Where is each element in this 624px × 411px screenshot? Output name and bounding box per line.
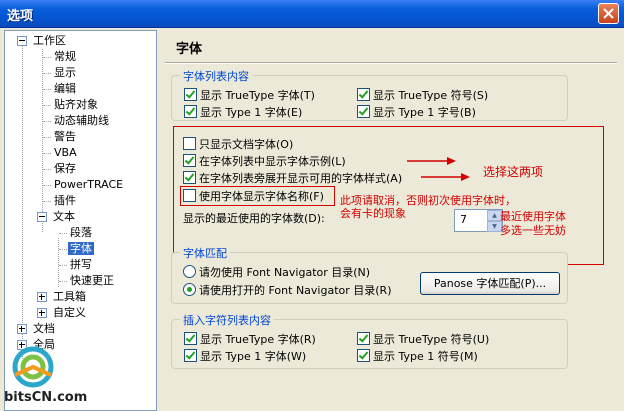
check-icon (357, 349, 370, 362)
tree-item-spelling[interactable]: 拼写 (68, 257, 94, 273)
show-font-sample-checkbox[interactable]: 在字体列表中显示字体示例(L) (183, 154, 346, 168)
arrow-icon (407, 157, 456, 165)
tree-item-powertrace[interactable]: PowerTRACE (52, 177, 125, 193)
site-logo: bitsCN.com (2, 345, 87, 407)
recent-note-line2: 多选一些无妨 (500, 224, 566, 237)
font-list-group: 字体列表内容 显示 TrueType 字体(T) 显示 TrueType 符号(… (171, 68, 568, 121)
check-icon (184, 88, 197, 101)
font-match-group: 字体匹配 请勿使用 Font Navigator 目录(N) 请使用打开的 Fo… (171, 245, 568, 304)
expand-icon[interactable] (17, 324, 27, 334)
tree-item-quick-correct[interactable]: 快速更正 (68, 273, 116, 289)
recent-count-spinner[interactable]: 7 ▲ ▼ (454, 209, 503, 232)
tree-item-snap[interactable]: 贴齐对象 (52, 97, 100, 113)
only-doc-fonts-checkbox[interactable]: 只显示文档字体(O) (183, 137, 293, 151)
insert-type1-fonts-checkbox[interactable]: 显示 Type 1 字体(W) (184, 349, 306, 363)
logo-text: bitsCN.com (4, 390, 88, 405)
font-list-group-title: 字体列表内容 (180, 68, 252, 84)
page-title: 字体 (176, 42, 203, 57)
check-icon (183, 154, 196, 167)
expand-icon[interactable] (37, 292, 47, 302)
close-icon (603, 8, 614, 19)
type1-symbols-checkbox[interactable]: 显示 Type 1 字号(B) (357, 105, 476, 119)
do-not-use-navigator-radio[interactable]: 请勿使用 Font Navigator 目录(N) (183, 265, 370, 279)
show-available-styles-checkbox[interactable]: 在字体列表旁展开显示可用的字体样式(A) (183, 171, 402, 185)
title-bar: 选项 (0, 0, 624, 28)
recent-count-label: 显示的最近使用的字体数(D): (183, 212, 325, 225)
insert-list-group: 插入字符列表内容 显示 TrueType 字体(R) 显示 TrueType 符… (171, 312, 568, 369)
check-icon (357, 88, 370, 101)
choose-two-note: 选择这两项 (483, 165, 544, 179)
check-icon (184, 349, 197, 362)
insert-truetype-symbols-checkbox[interactable]: 显示 TrueType 符号(U) (357, 332, 489, 346)
tree-item-display[interactable]: 显示 (52, 65, 78, 81)
recent-count-value: 7 (460, 213, 467, 226)
tree-item-warnings[interactable]: 警告 (52, 129, 78, 145)
check-icon (357, 332, 370, 345)
tree-item-vba[interactable]: VBA (52, 145, 79, 161)
use-font-name-checkbox[interactable]: 使用字体显示字体名称(F) (183, 189, 324, 203)
truetype-symbols-checkbox[interactable]: 显示 TrueType 符号(S) (357, 88, 488, 102)
type1-fonts-checkbox[interactable]: 显示 Type 1 字体(E) (184, 105, 302, 119)
title-divider (165, 62, 617, 64)
expand-icon[interactable] (37, 308, 47, 318)
insert-list-group-title: 插入字符列表内容 (180, 312, 274, 328)
radio-off-icon (183, 265, 196, 278)
check-icon (184, 105, 197, 118)
tree-item-dynamic-guides[interactable]: 动态辅助线 (52, 113, 111, 129)
radio-on-icon (183, 283, 196, 296)
unchecked-box-icon (183, 137, 196, 150)
panose-match-button[interactable]: Panose 字体匹配(P)... (420, 272, 560, 295)
tree-item-general[interactable]: 常规 (52, 49, 78, 65)
insert-type1-symbols-checkbox[interactable]: 显示 Type 1 符号(M) (357, 349, 478, 363)
unchecked-box-icon (183, 189, 196, 202)
window-title: 选项 (7, 9, 34, 24)
check-icon (357, 105, 370, 118)
tree-item-paragraph[interactable]: 段落 (68, 225, 94, 241)
use-navigator-radio[interactable]: 请使用打开的 Font Navigator 目录(R) (183, 283, 392, 297)
close-button[interactable] (598, 3, 619, 24)
font-match-group-title: 字体匹配 (180, 245, 230, 261)
check-icon (184, 332, 197, 345)
tree-item-font[interactable]: 字体 (68, 241, 94, 257)
tree-item-plugins[interactable]: 插件 (52, 193, 78, 209)
insert-truetype-fonts-checkbox[interactable]: 显示 TrueType 字体(R) (184, 332, 316, 346)
collapse-icon[interactable] (37, 212, 47, 222)
cancel-note-line2: 会有卡的现象 (340, 207, 406, 220)
tree-item-edit[interactable]: 编辑 (52, 81, 78, 97)
arrow-icon (421, 173, 470, 181)
font-options-panel: 字体 字体列表内容 显示 TrueType 字体(T) 显示 TrueType … (163, 30, 620, 409)
logo-icon (12, 346, 54, 388)
check-icon (183, 171, 196, 184)
collapse-icon[interactable] (17, 36, 27, 46)
truetype-fonts-checkbox[interactable]: 显示 TrueType 字体(T) (184, 88, 315, 102)
tree-item-save[interactable]: 保存 (52, 161, 78, 177)
